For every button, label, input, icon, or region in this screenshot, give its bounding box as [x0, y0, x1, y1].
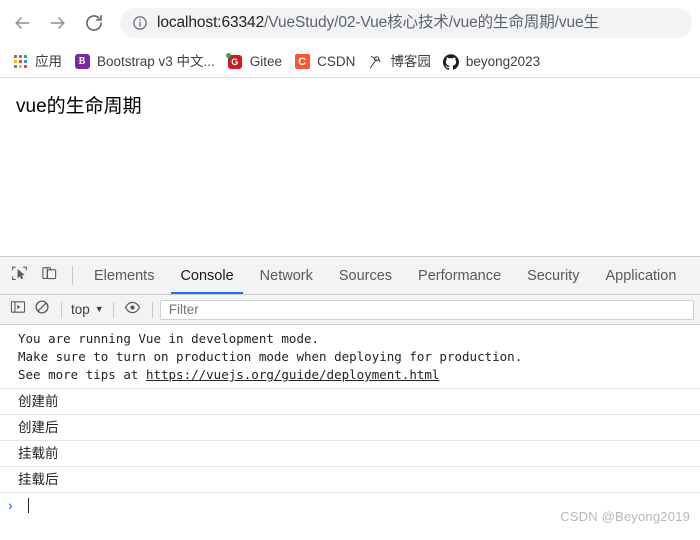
- bookmark-label: 应用: [35, 53, 62, 69]
- arrow-left-icon: [12, 13, 32, 33]
- url-host: localhost:63342: [157, 14, 265, 31]
- tab-label: Network: [259, 267, 313, 284]
- bookmark-apps[interactable]: 应用: [6, 50, 68, 74]
- tab-elements[interactable]: Elements: [81, 257, 167, 294]
- forward-button[interactable]: [40, 5, 76, 41]
- info-circle-icon[interactable]: [131, 15, 148, 32]
- cnblogs-icon: [367, 54, 383, 70]
- tab-console[interactable]: Console: [167, 257, 246, 294]
- arrow-right-icon: [48, 13, 68, 33]
- gitee-glyph: G: [225, 52, 242, 69]
- address-bar[interactable]: localhost:63342/VueStudy/02-Vue核心技术/vue的…: [120, 8, 692, 38]
- bookmark-csdn[interactable]: C CSDN: [288, 50, 361, 74]
- gitee-icon: G: [225, 52, 243, 70]
- context-label: top: [71, 302, 90, 317]
- page-viewport: vue的生命周期: [0, 78, 700, 256]
- back-button[interactable]: [4, 5, 40, 41]
- reload-icon: [84, 13, 104, 33]
- device-toolbar-icon: [41, 265, 58, 287]
- console-log-row: 挂载后: [0, 467, 700, 493]
- tab-performance[interactable]: Performance: [405, 257, 514, 294]
- github-icon: [442, 53, 459, 70]
- tab-sources[interactable]: Sources: [326, 257, 405, 294]
- console-log-row: 挂载前: [0, 441, 700, 467]
- console-sidebar-button[interactable]: [6, 298, 30, 322]
- bookmarks-bar: 应用 B Bootstrap v3 中文... G Gitee C CSDN 博…: [0, 46, 700, 78]
- text-cursor: [28, 497, 29, 513]
- csdn-icon: C: [294, 54, 310, 70]
- tab-label: Performance: [418, 267, 502, 284]
- browser-toolbar: localhost:63342/VueStudy/02-Vue核心技术/vue的…: [0, 0, 700, 46]
- bookmark-label: 博客园: [390, 53, 431, 69]
- vue-warning-line-3: See more tips at https://vuejs.org/guide…: [18, 366, 700, 384]
- tab-label: Elements: [94, 267, 155, 284]
- devtools-panel: Elements Console Network Sources Perform…: [0, 256, 700, 532]
- console-message-vue-dev-warning: You are running Vue in development mode.…: [0, 325, 700, 389]
- execution-context-dropdown[interactable]: top ▼: [69, 302, 106, 317]
- inspect-element-button[interactable]: [4, 257, 34, 294]
- filter-placeholder: Filter: [168, 302, 199, 317]
- vue-warning-prefix: See more tips at: [18, 367, 146, 382]
- console-toolbar: top ▼ Filter: [0, 295, 700, 325]
- show-console-sidebar-icon: [10, 299, 26, 320]
- device-toolbar-button[interactable]: [34, 257, 64, 294]
- bookmark-github[interactable]: beyong2023: [437, 50, 546, 74]
- filter-input[interactable]: Filter: [159, 299, 694, 320]
- url-text: localhost:63342/VueStudy/02-Vue核心技术/vue的…: [157, 13, 599, 33]
- vue-warning-line-1: You are running Vue in development mode.: [18, 331, 320, 346]
- tab-application[interactable]: Application: [592, 257, 689, 294]
- console-message-list[interactable]: You are running Vue in development mode.…: [0, 325, 700, 532]
- page-title: vue的生命周期: [16, 96, 142, 117]
- console-log-row: 创建后: [0, 415, 700, 441]
- tab-label: Sources: [338, 267, 393, 284]
- clear-console-button[interactable]: [30, 298, 54, 322]
- toolbar-divider: [72, 266, 73, 285]
- prompt-caret-icon: ›: [8, 497, 13, 513]
- bookmark-bootstrap[interactable]: B Bootstrap v3 中文...: [68, 50, 221, 74]
- csdn-glyph: C: [294, 54, 310, 69]
- toolbar-divider: [61, 301, 62, 318]
- csdn-watermark: CSDN @Beyong2019: [560, 509, 690, 524]
- reload-button[interactable]: [76, 5, 112, 41]
- bookmark-label: CSDN: [317, 53, 356, 69]
- bootstrap-icon: B: [74, 54, 90, 70]
- live-expression-button[interactable]: [121, 298, 145, 322]
- tab-label: Security: [527, 267, 580, 284]
- bookmark-label: Gitee: [249, 53, 283, 69]
- bookmark-cnblogs[interactable]: 博客园: [361, 50, 437, 74]
- console-log-row: 创建前: [0, 389, 700, 415]
- tab-network[interactable]: Network: [247, 257, 326, 294]
- tab-security[interactable]: Security: [514, 257, 592, 294]
- tab-label: Console: [180, 267, 234, 284]
- tab-label: Application: [605, 267, 677, 284]
- bootstrap-glyph: B: [74, 54, 90, 69]
- toolbar-divider: [151, 301, 153, 318]
- bookmark-label: beyong2023: [465, 53, 541, 69]
- clear-console-icon: [34, 299, 50, 320]
- bookmark-gitee[interactable]: G Gitee: [221, 50, 288, 74]
- live-expression-eye-icon: [124, 299, 141, 321]
- url-path: /VueStudy/02-Vue核心技术/vue的生命周期/vue生: [264, 14, 599, 31]
- apps-grid-icon: [12, 54, 28, 70]
- toolbar-divider: [112, 301, 114, 318]
- vue-warning-line-2: Make sure to turn on production mode whe…: [18, 349, 523, 364]
- chevron-down-icon: ▼: [94, 304, 104, 314]
- devtools-tabbar: Elements Console Network Sources Perform…: [0, 257, 700, 295]
- vue-deployment-link[interactable]: https://vuejs.org/guide/deployment.html: [146, 367, 440, 382]
- inspect-element-icon: [11, 265, 28, 287]
- bookmark-label: Bootstrap v3 中文...: [97, 53, 215, 69]
